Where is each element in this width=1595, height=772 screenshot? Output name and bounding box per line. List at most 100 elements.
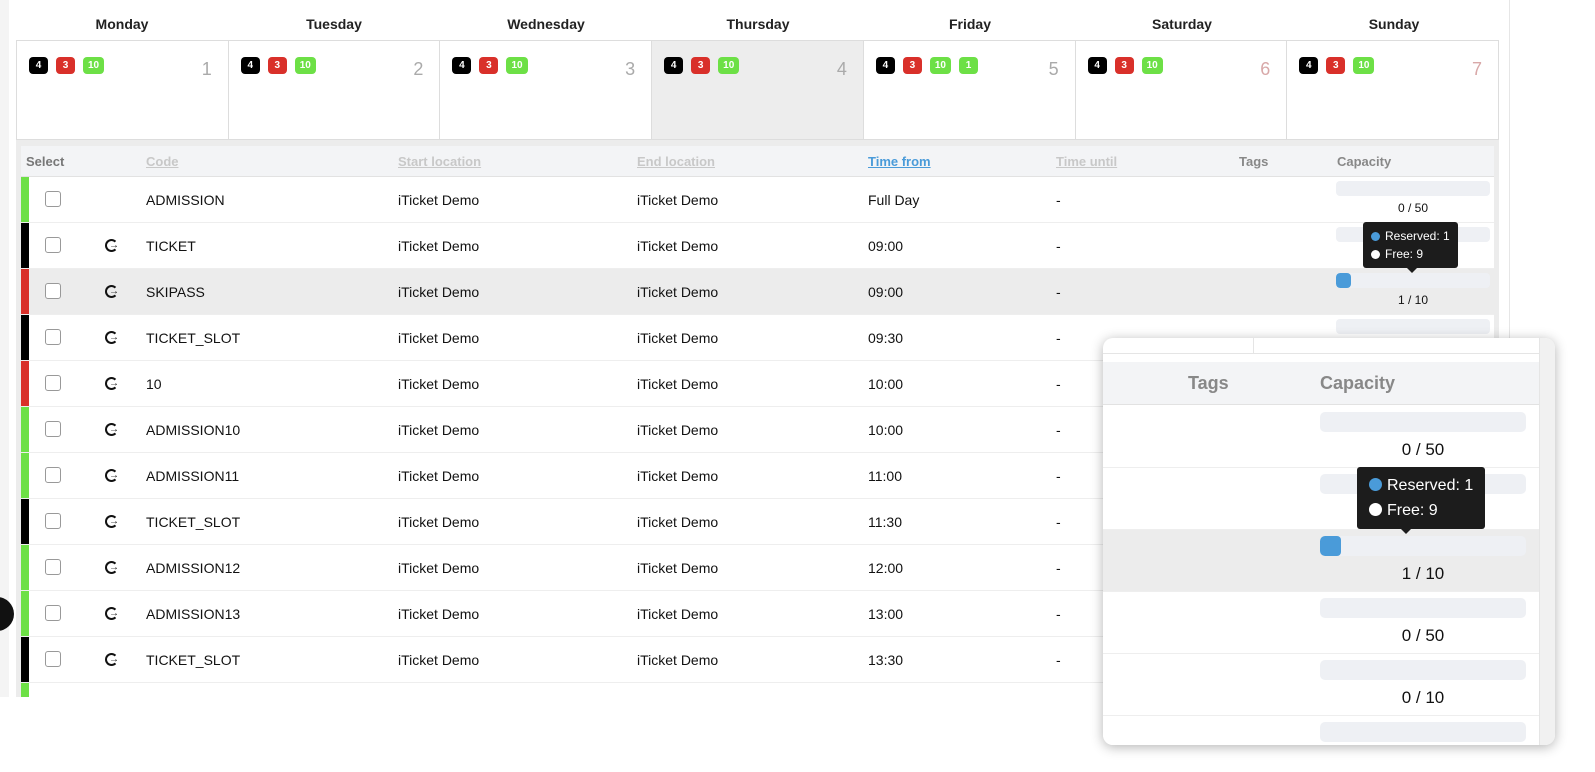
row-select-checkbox[interactable] [45,283,61,299]
cell-code: ADMISSION11 [146,468,240,484]
row-color-strip [21,591,29,636]
count-badge[interactable]: 4 [664,57,684,74]
count-badge[interactable]: 3 [56,57,75,74]
day-badges: 4 3 10 [240,57,316,74]
sign-out-icon[interactable]: → [105,331,119,344]
count-badge[interactable]: 3 [1326,57,1346,74]
left-sidebar-edge [0,0,9,697]
count-badge[interactable]: 4 [29,57,48,74]
sign-out-icon[interactable]: → [105,423,119,436]
sign-out-icon[interactable]: → [105,515,119,528]
count-badge[interactable]: 3 [267,57,287,74]
row-color-strip [21,453,29,498]
row-select-checkbox[interactable] [45,421,61,437]
cell-end: iTicket Demo [637,652,719,668]
count-badge[interactable]: 3 [479,57,499,74]
day-name-saturday: Saturday [1152,16,1212,32]
row-select-checkbox[interactable] [45,651,61,667]
inset-capacity-bar [1320,660,1526,680]
day-cell[interactable]: 4 3 10 3 [440,41,653,139]
day-cell[interactable]: 4 3 10 6 [1075,41,1288,139]
count-badge[interactable]: 10 [506,57,528,74]
count-badge[interactable]: 4 [1299,57,1319,74]
cell-from: 10:00 [868,422,904,438]
inset-header-tags: Tags [1188,373,1229,393]
count-badge[interactable]: 3 [691,57,711,74]
inset-row: 0 / 50 [1103,406,1539,468]
count-badge[interactable]: 10 [83,57,105,74]
header-tags: Tags [1239,154,1269,169]
inset-row: 0 / 10 [1103,654,1539,716]
row-color-strip [21,315,29,360]
row-select-checkbox[interactable] [45,237,61,253]
day-cell[interactable]: 4 3 10 4 [652,41,864,139]
cell-end: iTicket Demo [637,560,719,576]
sign-out-icon[interactable]: → [105,377,119,390]
sign-out-icon[interactable]: → [105,239,119,252]
row-select-checkbox[interactable] [45,375,61,391]
header-capacity: Capacity [1337,154,1392,169]
row-select-checkbox[interactable] [45,467,61,483]
row-color-strip [21,361,29,406]
day-name-tuesday: Tuesday [306,16,362,32]
header-code[interactable]: Code [146,154,179,169]
sign-out-icon[interactable]: → [105,653,119,666]
row-select-checkbox[interactable] [45,513,61,529]
cell-end: iTicket Demo [637,606,719,622]
header-time-until[interactable]: Time until [1056,154,1117,169]
cell-end: iTicket Demo [637,284,719,300]
table-header: Select Code Start location End location … [21,146,1494,177]
sign-out-icon[interactable]: → [105,285,119,298]
count-badge[interactable]: 10 [294,57,316,74]
count-badge[interactable]: 3 [1114,57,1134,74]
row-color-strip [21,683,29,697]
header-start-location[interactable]: Start location [398,154,481,169]
row-color-strip [21,223,29,268]
inset-capacity-bar [1320,598,1526,618]
sign-out-icon[interactable]: → [105,561,119,574]
day-cell[interactable]: 4 3 10 7 [1287,41,1499,139]
header-time-from[interactable]: Time from [868,154,931,169]
count-badge[interactable]: 4 [875,57,895,74]
cell-until: - [1056,606,1061,622]
cell-end: iTicket Demo [637,238,719,254]
row-color-strip [21,407,29,452]
cell-until: - [1056,652,1061,668]
table-row[interactable]: → TICKET iTicket Demo iTicket Demo 09:00 - [21,223,1494,269]
count-badge[interactable]: 4 [240,57,260,74]
count-badge[interactable]: 1 [959,57,978,74]
row-select-checkbox[interactable] [45,605,61,621]
count-badge[interactable]: 3 [902,57,922,74]
sign-out-icon[interactable]: → [105,469,119,482]
day-cell[interactable]: 4 3 10 1 5 [863,41,1076,139]
count-badge[interactable]: 10 [1141,57,1163,74]
row-color-strip [21,637,29,682]
cell-end: iTicket Demo [637,192,719,208]
inset-scrollbar[interactable] [1539,338,1555,745]
inset-capacity-fill [1320,536,1341,556]
row-select-checkbox[interactable] [45,191,61,207]
count-badge[interactable]: 10 [718,57,740,74]
row-color-strip [21,545,29,590]
day-cell[interactable]: 4 3 10 1 [17,41,229,139]
table-row[interactable]: ADMISSION iTicket Demo iTicket Demo Full Da… [21,177,1494,223]
day-number: 1 [201,59,212,79]
cell-start: iTicket Demo [398,468,480,484]
count-badge[interactable]: 10 [929,57,951,74]
day-cell[interactable]: 4 3 10 2 [228,41,441,139]
row-color-strip [21,499,29,544]
cell-from: 13:00 [868,606,904,622]
header-end-location[interactable]: End location [637,154,715,169]
reserved-dot-icon [1371,232,1380,241]
count-badge[interactable]: 4 [1087,57,1107,74]
table-row[interactable]: → SKIPASS iTicket Demo iTicket Demo 09:00 - 1 … [21,269,1494,315]
sign-out-icon[interactable]: → [105,607,119,620]
cell-from: 13:30 [868,652,904,668]
inset-tooltip-reserved: Reserved: 1 [1387,477,1474,494]
count-badge[interactable]: 10 [1353,57,1375,74]
row-select-checkbox[interactable] [45,329,61,345]
row-select-checkbox[interactable] [45,559,61,575]
collapse-sidebar-button[interactable] [0,597,14,631]
capacity-bar [1336,273,1490,288]
count-badge[interactable]: 4 [452,57,472,74]
